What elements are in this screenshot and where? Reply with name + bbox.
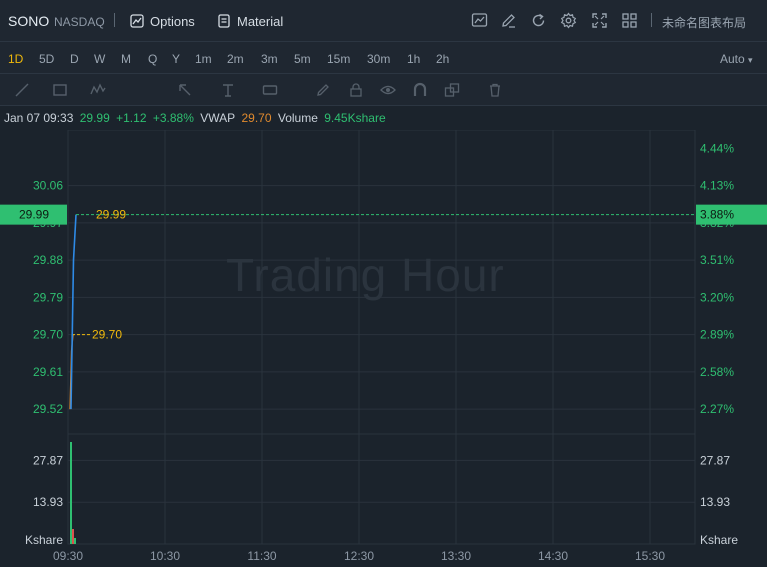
- arrow-tool-icon[interactable]: [177, 82, 193, 98]
- time-tick-label: 12:30: [344, 549, 374, 563]
- legend-volume-label: Volume: [277, 111, 318, 125]
- lock-icon[interactable]: [348, 82, 364, 98]
- price-tick-label: 29.79: [33, 290, 63, 304]
- volume-unit-label-right: Kshare: [700, 533, 738, 547]
- top-toolbar: SONO NASDAQ Options Material 未命名图表布局: [0, 0, 767, 42]
- price-tick-label: 29.88: [33, 253, 63, 267]
- label-tool-icon[interactable]: [262, 82, 278, 98]
- text-tool-icon[interactable]: [220, 82, 236, 98]
- volume-tick-label: 27.87: [33, 453, 63, 467]
- symbol-name[interactable]: SONO: [8, 13, 49, 29]
- edit-icon[interactable]: [500, 12, 517, 29]
- current-pct-badge-label: 3.88%: [700, 208, 734, 222]
- rectangle-tool-icon[interactable]: [52, 82, 68, 98]
- options-button[interactable]: Options: [130, 11, 195, 31]
- pct-tick-label: 3.51%: [700, 253, 734, 267]
- material-label: Material: [237, 13, 284, 29]
- price-line: [70, 214, 77, 410]
- price-chart[interactable]: 30.0629.9729.8829.7929.7029.6129.524.44%…: [0, 130, 767, 567]
- material-button[interactable]: Material: [217, 11, 283, 31]
- time-tick-label: 09:30: [53, 549, 83, 563]
- legend-price: 29.99: [79, 111, 110, 125]
- current-price-marker-label: 29.99: [96, 208, 126, 222]
- price-legend: Jan 07 09:33 29.99 +1.12 +3.88% VWAP 29.…: [4, 111, 389, 125]
- legend-change-pct: +3.88%: [152, 111, 194, 125]
- plot-frame: [67, 130, 696, 545]
- options-icon: [130, 14, 144, 28]
- time-tick-label: 10:30: [150, 549, 180, 563]
- volume-bar: [72, 529, 74, 544]
- timeframe-30m[interactable]: 30m: [367, 52, 390, 66]
- timeframe-quarter[interactable]: Q: [148, 52, 157, 66]
- price-tick-label: 29.52: [33, 402, 63, 416]
- timeframe-5m[interactable]: 5m: [294, 52, 311, 66]
- timeframe-15m[interactable]: 15m: [327, 52, 350, 66]
- line-tool-icon[interactable]: [14, 82, 30, 98]
- watermark: Trading Hour: [226, 249, 505, 301]
- pct-tick-label: 2.58%: [700, 365, 734, 379]
- layout-name-dropdown[interactable]: 未命名图表布局: [662, 14, 746, 31]
- pct-tick-label: 3.20%: [700, 290, 734, 304]
- pct-tick-label: 4.13%: [700, 179, 734, 193]
- timeframe-3m[interactable]: 3m: [261, 52, 278, 66]
- drawing-toolbar: [0, 74, 767, 106]
- chart-icon[interactable]: [471, 12, 488, 29]
- timeframe-1d[interactable]: 1D: [8, 52, 23, 66]
- timeframe-2h[interactable]: 2h: [436, 52, 449, 66]
- volume-bar: [74, 538, 76, 544]
- volume-tick-label: 13.93: [33, 495, 63, 509]
- pen-icon[interactable]: [315, 82, 331, 98]
- time-tick-label: 13:30: [441, 549, 471, 563]
- pct-tick-label: 4.44%: [700, 141, 734, 155]
- pct-tick-label: 2.27%: [700, 402, 734, 416]
- time-tick-label: 11:30: [247, 549, 276, 563]
- legend-vwap-value: 29.70: [241, 111, 272, 125]
- eye-icon[interactable]: [380, 82, 396, 98]
- magnet-icon[interactable]: [412, 82, 428, 98]
- pattern-tool-icon[interactable]: [90, 82, 106, 98]
- layers-icon[interactable]: [444, 82, 460, 98]
- auto-label: Auto: [720, 52, 745, 66]
- volume-bar: [70, 442, 72, 544]
- trash-icon[interactable]: [487, 82, 503, 98]
- price-tick-label: 29.61: [33, 365, 63, 379]
- legend-volume-value: 9.45Kshare: [324, 111, 386, 125]
- exchange-name: NASDAQ: [54, 15, 105, 29]
- divider: [651, 13, 652, 27]
- chevron-down-icon: ▾: [748, 55, 753, 65]
- volume-tick-label-right: 13.93: [700, 495, 730, 509]
- layout-grid-icon[interactable]: [621, 12, 638, 29]
- volume-unit-label: Kshare: [25, 533, 63, 547]
- settings-icon[interactable]: [560, 12, 577, 29]
- timeframe-bar: 1D 5D D W M Q Y 1m 2m 3m 5m 15m 30m 1h 2…: [0, 42, 767, 74]
- price-tick-label: 30.06: [33, 179, 63, 193]
- legend-vwap-label: VWAP: [200, 111, 236, 125]
- divider: [114, 13, 115, 27]
- options-label: Options: [150, 13, 195, 29]
- timeframe-week[interactable]: W: [94, 52, 105, 66]
- timeframe-1h[interactable]: 1h: [407, 52, 420, 66]
- pct-tick-label: 2.89%: [700, 328, 734, 342]
- timeframe-1m[interactable]: 1m: [195, 52, 212, 66]
- auto-dropdown[interactable]: Auto ▾: [720, 52, 753, 66]
- legend-datetime: Jan 07 09:33: [4, 111, 74, 125]
- timeframe-month[interactable]: M: [121, 52, 131, 66]
- current-price-badge-label: 29.99: [19, 208, 49, 222]
- timeframe-day[interactable]: D: [70, 52, 79, 66]
- volume-tick-label-right: 27.87: [700, 453, 730, 467]
- legend-change: +1.12: [116, 111, 147, 125]
- timeframe-2m[interactable]: 2m: [227, 52, 244, 66]
- vwap-marker-label: 29.70: [92, 328, 122, 342]
- timeframe-year[interactable]: Y: [172, 52, 180, 66]
- time-tick-label: 15:30: [635, 549, 665, 563]
- refresh-icon[interactable]: [530, 12, 547, 29]
- price-tick-label: 29.70: [33, 328, 63, 342]
- time-tick-label: 14:30: [538, 549, 568, 563]
- fullscreen-icon[interactable]: [591, 12, 608, 29]
- timeframe-5d[interactable]: 5D: [39, 52, 54, 66]
- material-icon: [218, 14, 230, 28]
